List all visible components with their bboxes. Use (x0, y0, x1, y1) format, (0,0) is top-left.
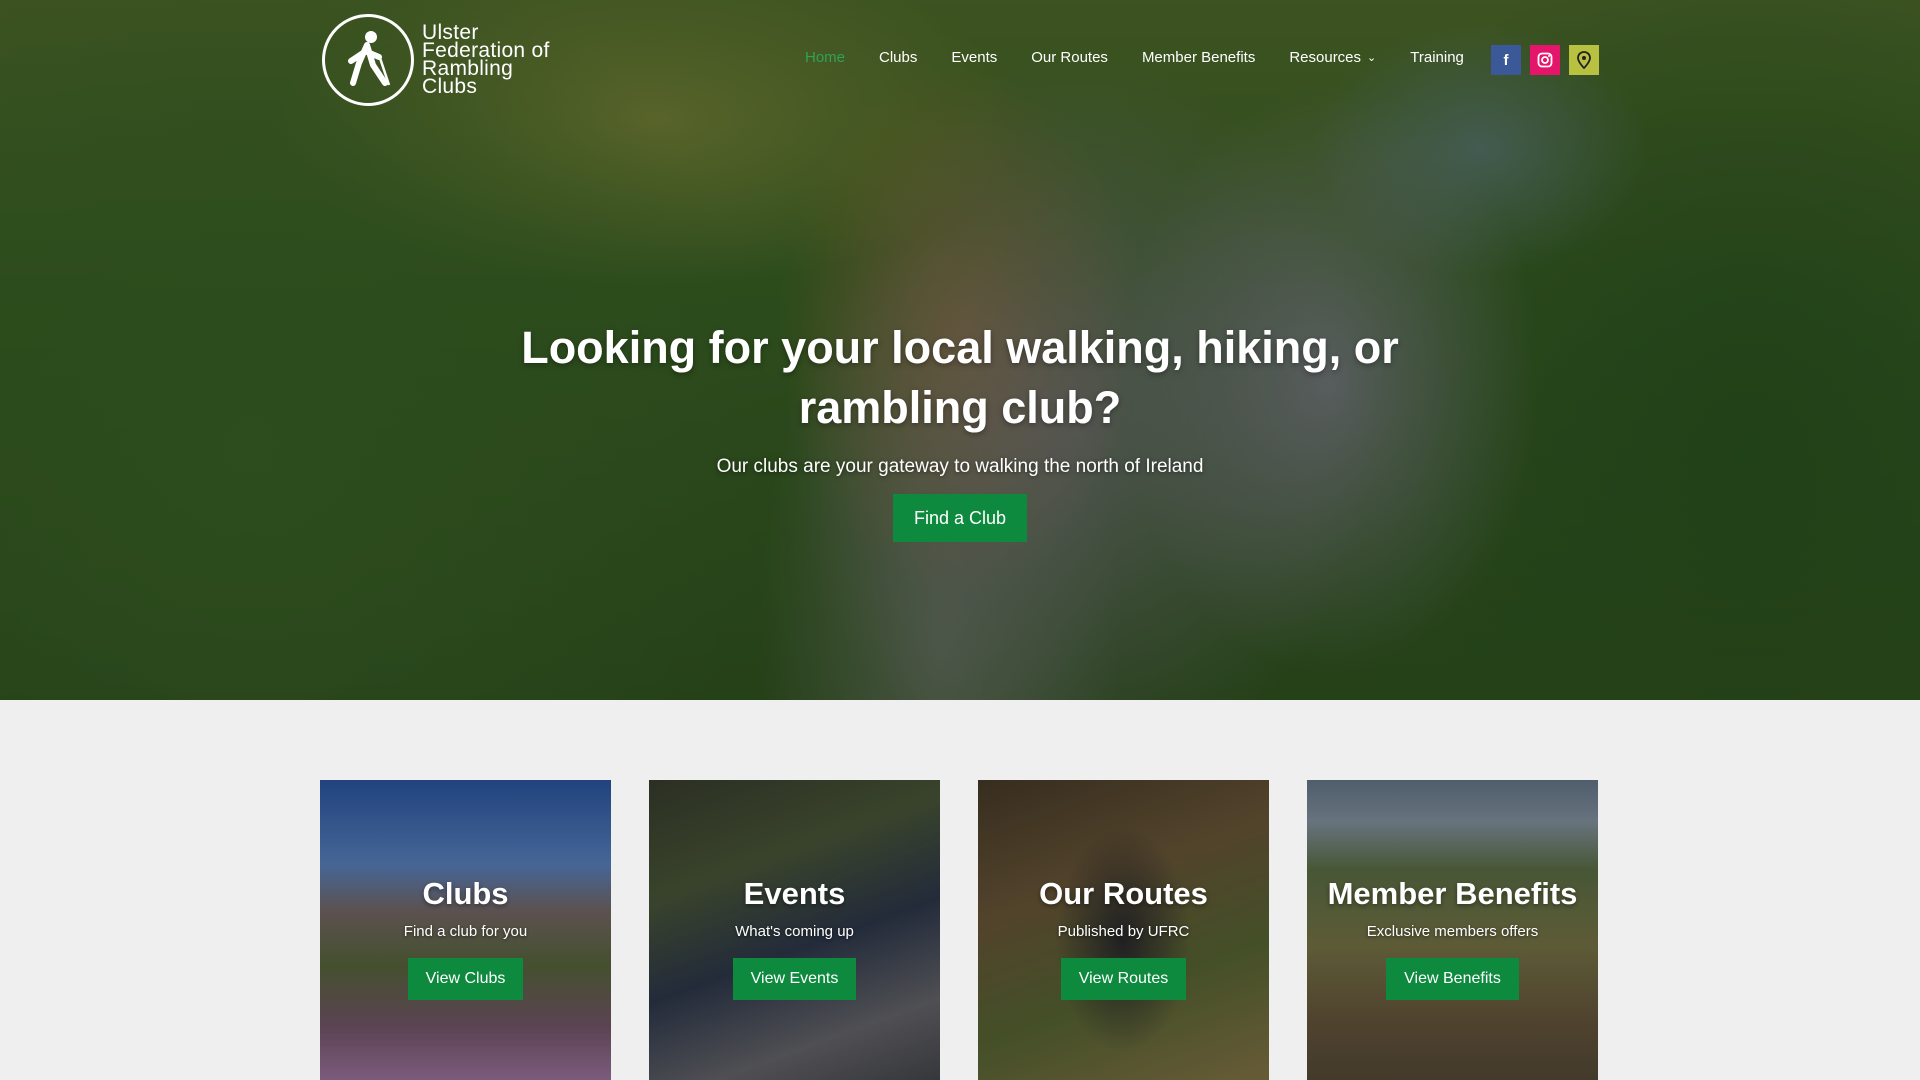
card-clubs[interactable]: Clubs Find a club for you View Clubs (320, 780, 611, 1080)
card-title: Clubs (422, 876, 509, 911)
nav-item-clubs[interactable]: Clubs (879, 49, 917, 66)
nav-item-resources[interactable]: Resources ⌄ (1289, 49, 1376, 66)
chevron-down-icon: ⌄ (1367, 52, 1377, 64)
hero-title: Looking for your local walking, hiking, … (521, 322, 1399, 433)
logo-wordmark: Ulster Federation of Rambling Clubs (422, 22, 562, 98)
nav-item-events[interactable]: Events (951, 49, 997, 66)
view-clubs-button[interactable]: View Clubs (407, 958, 524, 1000)
view-routes-button[interactable]: View Routes (1060, 958, 1187, 1000)
instagram-icon[interactable] (1530, 45, 1560, 75)
view-events-button[interactable]: View Events (732, 958, 857, 1000)
card-subtitle: Find a club for you (403, 923, 528, 940)
map-pin-icon[interactable] (1569, 45, 1599, 75)
nav-item-our-routes[interactable]: Our Routes (1031, 49, 1108, 66)
nav-item-training[interactable]: Training (1410, 49, 1464, 66)
card-subtitle: What's coming up (735, 923, 854, 940)
card-subtitle: Exclusive members offers (1366, 923, 1539, 940)
card-subtitle: Published by UFRC (1057, 923, 1190, 940)
site-header: Ulster Federation of Rambling Clubs Home… (0, 0, 1920, 120)
card-events[interactable]: Events What's coming up View Events (649, 780, 940, 1080)
card-title: Events (743, 876, 846, 911)
main-nav: Home Clubs Events Our Routes Member Bene… (805, 49, 1498, 66)
feature-cards: Clubs Find a club for you View Clubs Eve… (320, 780, 1636, 1080)
logo-line: Clubs (422, 75, 478, 98)
card-member-benefits[interactable]: Member Benefits Exclusive members offers… (1307, 780, 1598, 1080)
nav-item-member-benefits[interactable]: Member Benefits (1142, 49, 1255, 66)
card-title: Our Routes (1039, 876, 1208, 911)
card-our-routes[interactable]: Our Routes Published by UFRC View Routes (978, 780, 1269, 1080)
view-benefits-button[interactable]: View Benefits (1386, 958, 1519, 1000)
card-title: Member Benefits (1327, 876, 1578, 911)
walker-logo-icon (322, 14, 414, 106)
hero-subtitle: Our clubs are your gateway to walking th… (716, 456, 1204, 477)
nav-item-resources-label: Resources (1289, 49, 1362, 66)
hero-content: Looking for your local walking, hiking, … (0, 318, 1920, 542)
site-logo[interactable]: Ulster Federation of Rambling Clubs (322, 14, 562, 106)
find-a-club-button[interactable]: Find a Club (892, 494, 1028, 542)
social-links: f (1491, 45, 1608, 75)
nav-item-home[interactable]: Home (805, 49, 845, 66)
facebook-icon[interactable]: f (1491, 45, 1521, 75)
